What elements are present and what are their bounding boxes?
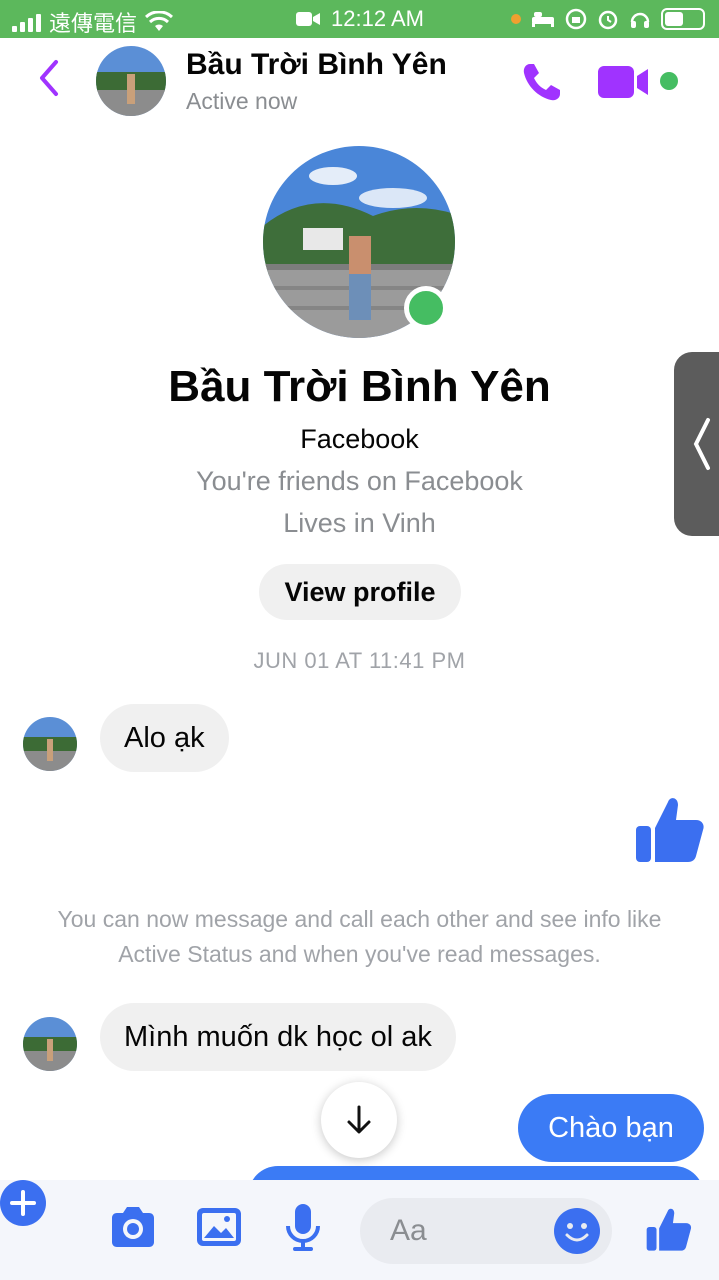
back-icon[interactable] xyxy=(34,58,64,98)
status-bar: 遠傳電信 12:12 AM xyxy=(0,0,719,38)
chat-header: Bầu Trời Bình Yên Active now xyxy=(0,38,719,128)
camera-icon[interactable] xyxy=(108,1202,158,1252)
arrow-down-icon xyxy=(347,1105,371,1134)
profile-online-indicator xyxy=(404,286,448,330)
avatar-photo xyxy=(96,46,166,116)
status-right xyxy=(511,8,705,30)
info-notice: You can now message and call each other … xyxy=(57,906,662,967)
alarm-icon xyxy=(598,10,618,30)
bed-icon xyxy=(532,12,554,27)
emoji-button[interactable] xyxy=(554,1208,600,1254)
like-icon[interactable] xyxy=(636,794,704,864)
avatar[interactable] xyxy=(96,46,166,116)
scroll-to-bottom-button[interactable] xyxy=(321,1082,397,1158)
incoming-message[interactable]: Mình muốn dk học ol ak xyxy=(100,1003,456,1071)
video-recording-icon xyxy=(296,12,321,26)
message-timestamp: JUN 01 AT 11:41 PM xyxy=(253,648,466,673)
composer-bar: Aa xyxy=(0,1180,719,1280)
rotation-lock-icon xyxy=(565,8,587,30)
chevron-left-icon xyxy=(693,418,710,470)
headphones-icon xyxy=(630,12,650,28)
status-time: 12:12 AM xyxy=(331,6,424,31)
sender-avatar-photo xyxy=(23,1017,77,1071)
like-icon[interactable] xyxy=(646,1206,692,1252)
mic-icon[interactable] xyxy=(278,1202,328,1252)
online-indicator xyxy=(660,72,678,90)
video-icon[interactable] xyxy=(598,64,652,100)
privacy-dot-icon xyxy=(511,14,521,24)
sender-avatar[interactable] xyxy=(23,717,77,771)
sender-avatar[interactable] xyxy=(23,1017,77,1071)
plus-icon xyxy=(10,1190,36,1216)
sender-avatar-photo xyxy=(23,717,77,771)
plus-button[interactable] xyxy=(0,1180,46,1226)
lives-in: Lives in Vinh xyxy=(283,508,436,538)
gallery-icon[interactable] xyxy=(194,1202,244,1252)
view-profile-button[interactable]: View profile xyxy=(259,564,461,620)
emoji-icon xyxy=(565,1223,589,1242)
message-input-placeholder: Aa xyxy=(390,1214,427,1247)
message-input[interactable]: Aa xyxy=(360,1198,612,1264)
outgoing-message[interactable]: Chào bạn xyxy=(518,1094,704,1162)
profile-name: Bầu Trời Bình Yên xyxy=(168,362,551,411)
contact-name[interactable]: Bầu Trời Bình Yên xyxy=(186,48,447,82)
incoming-message[interactable]: Alo ạk xyxy=(100,704,229,772)
side-panel-handle[interactable] xyxy=(674,352,719,536)
active-status: Active now xyxy=(186,88,298,114)
profile-platform: Facebook xyxy=(300,424,419,454)
phone-icon[interactable] xyxy=(520,60,566,104)
battery-icon xyxy=(661,8,705,30)
friends-note: You're friends on Facebook xyxy=(196,466,523,496)
